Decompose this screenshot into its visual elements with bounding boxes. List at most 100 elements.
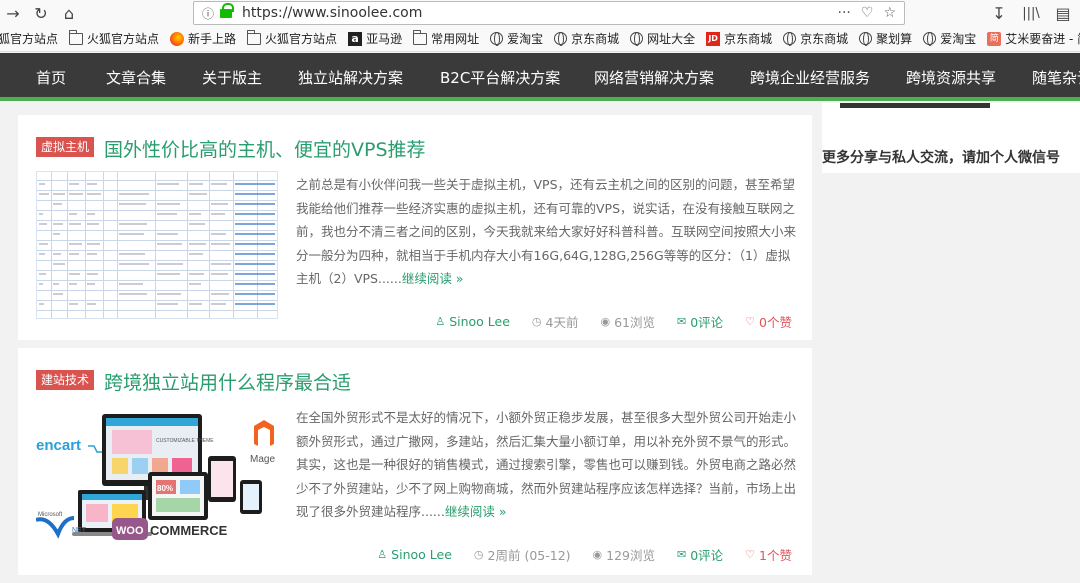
sheet-cell-text [211,213,225,215]
sidebar-wechat-widget: 更多分享与私人交流，请加个人微信号 [822,103,1080,173]
sheet-cell-text [53,223,63,225]
bookmark-item[interactable]: 网址大全 [630,30,695,47]
post-title[interactable]: 国外性价比高的主机、便宜的VPS推荐 [104,135,426,162]
author-link[interactable]: ♙ Sinoo Lee [435,314,510,329]
sheet-cell-link [235,223,275,225]
commerce-text: COMMERCE [150,523,228,538]
more-icon[interactable]: ··· [838,5,851,21]
url-text[interactable]: https://www.sinoolee.com [242,5,838,21]
sheet-row-line [37,270,277,271]
sheet-cell-text [189,273,204,275]
read-more-link[interactable]: 继续阅读 » [445,504,507,519]
bookmark-item[interactable]: 爱淘宝 [490,30,543,47]
info-icon[interactable]: ⓘ [198,5,218,22]
qr-code-bottom [840,103,990,108]
comment-icon: ✉ [677,314,687,328]
read-more-link[interactable]: 继续阅读 » [402,271,464,286]
sheet-cell-text [157,203,180,205]
sheet-cell-text [53,263,65,265]
sheet-cell-text [69,303,78,305]
bookmark-item[interactable]: 爱淘宝 [923,30,976,47]
clock-icon: ◷ [531,314,542,328]
nav-item[interactable]: 文章合集 [106,67,166,88]
theme-caption: CUSTOMIZABLE THEME [156,438,214,444]
jianshu-icon: 简 [987,31,1002,46]
sheet-row-line [37,190,277,191]
download-icon[interactable]: ↧ [986,0,1012,26]
nav-item[interactable]: 关于版主 [202,67,262,88]
sheet-cell-text [39,243,48,245]
sheet-cell-text [189,223,205,225]
category-label[interactable]: 虚拟主机 [36,137,95,157]
sheet-cell-link [235,253,275,255]
sheet-col-line [155,172,156,318]
sheet-cell-text [189,303,202,305]
sheet-cell-text [69,253,79,255]
sidebar-icon[interactable]: ▤ [1050,0,1076,26]
bookmark-item[interactable]: 简艾米要奋进 - 简书 [987,30,1080,47]
sheet-cell-text [39,223,47,225]
sheet-cell-text [119,233,144,235]
cart-icon [88,445,104,453]
bookmark-item[interactable]: 火狐官方站点 [246,29,337,47]
sheet-row-line [37,310,277,311]
bookmark-label: 京东商城 [571,32,620,46]
nav-item[interactable]: 首页 [36,67,66,88]
browser-toolbar: → ↻ ⌂ ⓘ https://www.sinoolee.com ··· ♡ ☆… [0,0,1080,26]
category-label[interactable]: 建站技术 [36,370,95,390]
sheet-cell-link [235,293,275,295]
sheet-cell-text [211,263,231,265]
sheet-cell-link [235,193,275,195]
sheet-col-line [117,172,118,318]
nav-item[interactable]: 网络营销解决方案 [594,67,714,88]
sheet-cell-link [235,213,275,215]
opencart-logo: encart [36,437,81,454]
bookmark-label: 火狐官方站点 [87,32,160,46]
pocket-icon[interactable]: ♡ [861,5,874,21]
globe-icon [923,32,937,46]
post-title[interactable]: 跨境独立站用什么程序最合适 [104,368,351,395]
post-thumbnail[interactable]: encart CUSTOMIZABLE THEME 80% Mage Micro… [35,408,278,544]
bookmark-item[interactable]: 火狐官方站点 [68,29,160,47]
comment-link[interactable]: ✉ 0评论 [677,545,723,564]
sheet-cell-text [39,183,45,185]
bookmark-item[interactable]: 新手上路 [170,30,236,47]
like-button[interactable]: ♡ 0个赞 [745,312,792,331]
sheet-cell-text [69,243,82,245]
nav-item[interactable]: 跨境资源共享 [906,67,996,88]
bookmark-item[interactable]: 常用网址 [412,29,479,47]
user-icon: ♙ [435,314,446,328]
sheet-cell-text [119,263,149,265]
nav-item[interactable]: 独立站解决方案 [298,67,403,88]
comment-link[interactable]: ✉ 0评论 [677,312,723,331]
bookmark-item[interactable]: JD 京东商城 [706,30,772,47]
home-icon[interactable]: ⌂ [56,0,82,26]
amazon-icon: a [348,31,363,46]
sheet-col-line [209,172,210,318]
bookmark-label: 艾米要奋进 - 简书 [1005,32,1080,46]
globe-icon [554,32,568,46]
url-bar[interactable]: ⓘ https://www.sinoolee.com ··· ♡ ☆ [193,1,905,25]
reload-icon[interactable]: ↻ [28,0,54,26]
author-link[interactable]: ♙ Sinoo Lee [377,547,452,562]
post-thumbnail[interactable] [36,171,278,319]
like-button[interactable]: ♡ 1个赞 [745,545,792,564]
bookmark-item[interactable]: 京东商城 [783,30,848,47]
nav-item[interactable]: 跨境企业经营服务 [750,67,870,88]
sheet-row-line [37,220,277,221]
nav-item[interactable]: 随笔杂谈 [1032,67,1080,88]
library-icon[interactable]: |||\ [1018,0,1044,26]
post-meta: ♙ Sinoo Lee ◷ 2周前 (05-12) ◉ 129浏览 ✉ 0评论 ♡ 1个赞 [355,544,792,564]
bookmark-item[interactable]: 聚划算 [859,30,912,47]
sheet-cell-text [39,193,49,195]
sheet-cell-text [53,193,65,195]
sheet-cell-text [189,183,203,185]
sheet-cell-text [69,193,83,195]
bookmark-item[interactable]: 京东商城 [554,30,619,47]
back-arrow-icon[interactable]: → [0,0,26,26]
bookmark-item[interactable]: a 亚马逊 [348,30,402,47]
bookmark-item[interactable]: 狐官方站点 [0,30,58,47]
nav-item[interactable]: B2C平台解决方案 [440,67,560,88]
bookmark-star-icon[interactable]: ☆ [883,5,896,21]
jd-icon: JD [706,31,721,46]
